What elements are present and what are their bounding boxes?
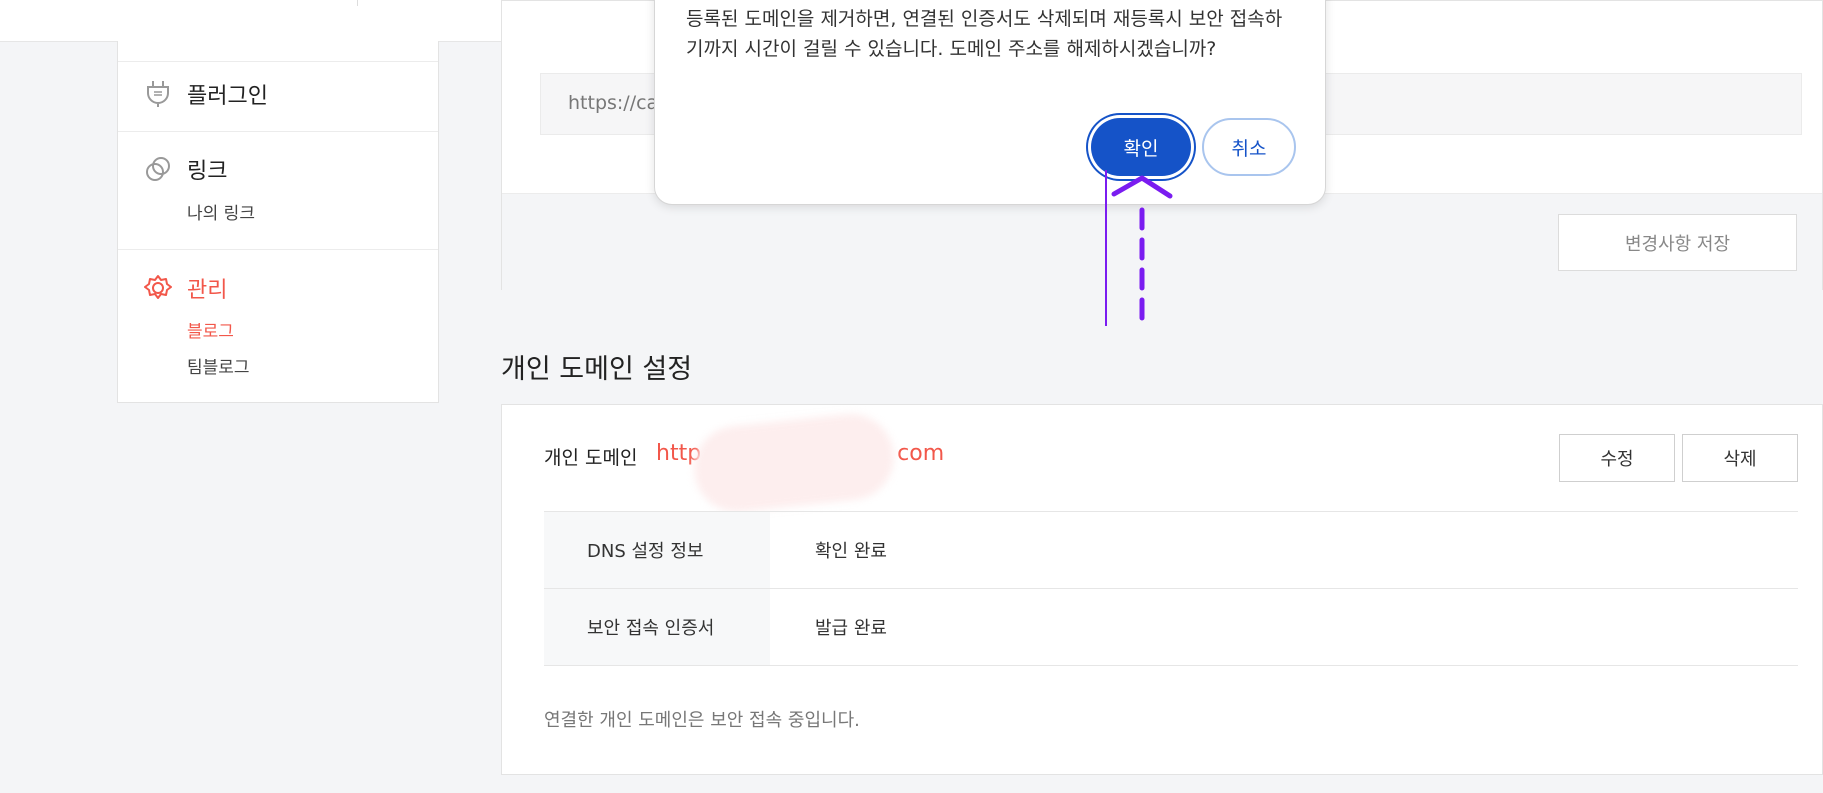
table-row: DNS 설정 정보 확인 완료 <box>544 512 1798 589</box>
confirm-button[interactable]: 확인 <box>1091 118 1191 176</box>
row-header: 보안 접속 인증서 <box>544 589 770 665</box>
row-header: DNS 설정 정보 <box>544 512 770 588</box>
edit-button[interactable]: 수정 <box>1559 434 1675 482</box>
row-value: 확인 완료 <box>815 541 887 562</box>
table-row: 보안 접속 인증서 발급 완료 <box>544 589 1798 666</box>
sidebar-item-link[interactable]: 링크 <box>143 153 227 185</box>
link-icon <box>143 154 173 184</box>
gear-icon <box>143 273 173 303</box>
domain-label: 개인 도메인 <box>544 447 638 469</box>
sidebar-item-plugin[interactable]: 플러그인 <box>143 78 268 110</box>
sidebar-item-label: 링크 <box>187 159 228 184</box>
sidebar-subitem-teamblog[interactable]: 팀블로그 <box>187 353 250 378</box>
save-changes-button[interactable]: 변경사항 저장 <box>1558 214 1797 271</box>
row-value: 발급 완료 <box>815 618 887 639</box>
sidebar-subitem-blog[interactable]: 블로그 <box>187 317 234 342</box>
blog-url-value: https://ca <box>568 92 659 114</box>
sidebar-divider <box>118 131 438 132</box>
sidebar-item-manage[interactable]: 관리 <box>143 272 227 304</box>
topbar-divider <box>357 0 358 6</box>
sidebar-subitem-my-link[interactable]: 나의 링크 <box>187 199 255 224</box>
section-title: 개인 도메인 설정 <box>501 354 693 385</box>
sidebar-divider <box>118 61 438 62</box>
plug-icon <box>143 79 173 109</box>
sidebar-divider <box>118 249 438 250</box>
domain-info-table: DNS 설정 정보 확인 완료 보안 접속 인증서 발급 완료 <box>544 511 1798 666</box>
sidebar-item-label: 플러그인 <box>187 84 268 109</box>
sidebar-item-label: 관리 <box>187 278 228 303</box>
secure-connection-note: 연결한 개인 도메인은 보안 접속 중입니다. <box>544 710 860 731</box>
cancel-button[interactable]: 취소 <box>1202 118 1296 176</box>
dialog-message: 등록된 도메인을 제거하면, 연결된 인증서도 삭제되며 재등록시 보안 접속하… <box>686 8 1283 60</box>
domain-url-end: com <box>897 441 945 466</box>
delete-button[interactable]: 삭제 <box>1682 434 1798 482</box>
